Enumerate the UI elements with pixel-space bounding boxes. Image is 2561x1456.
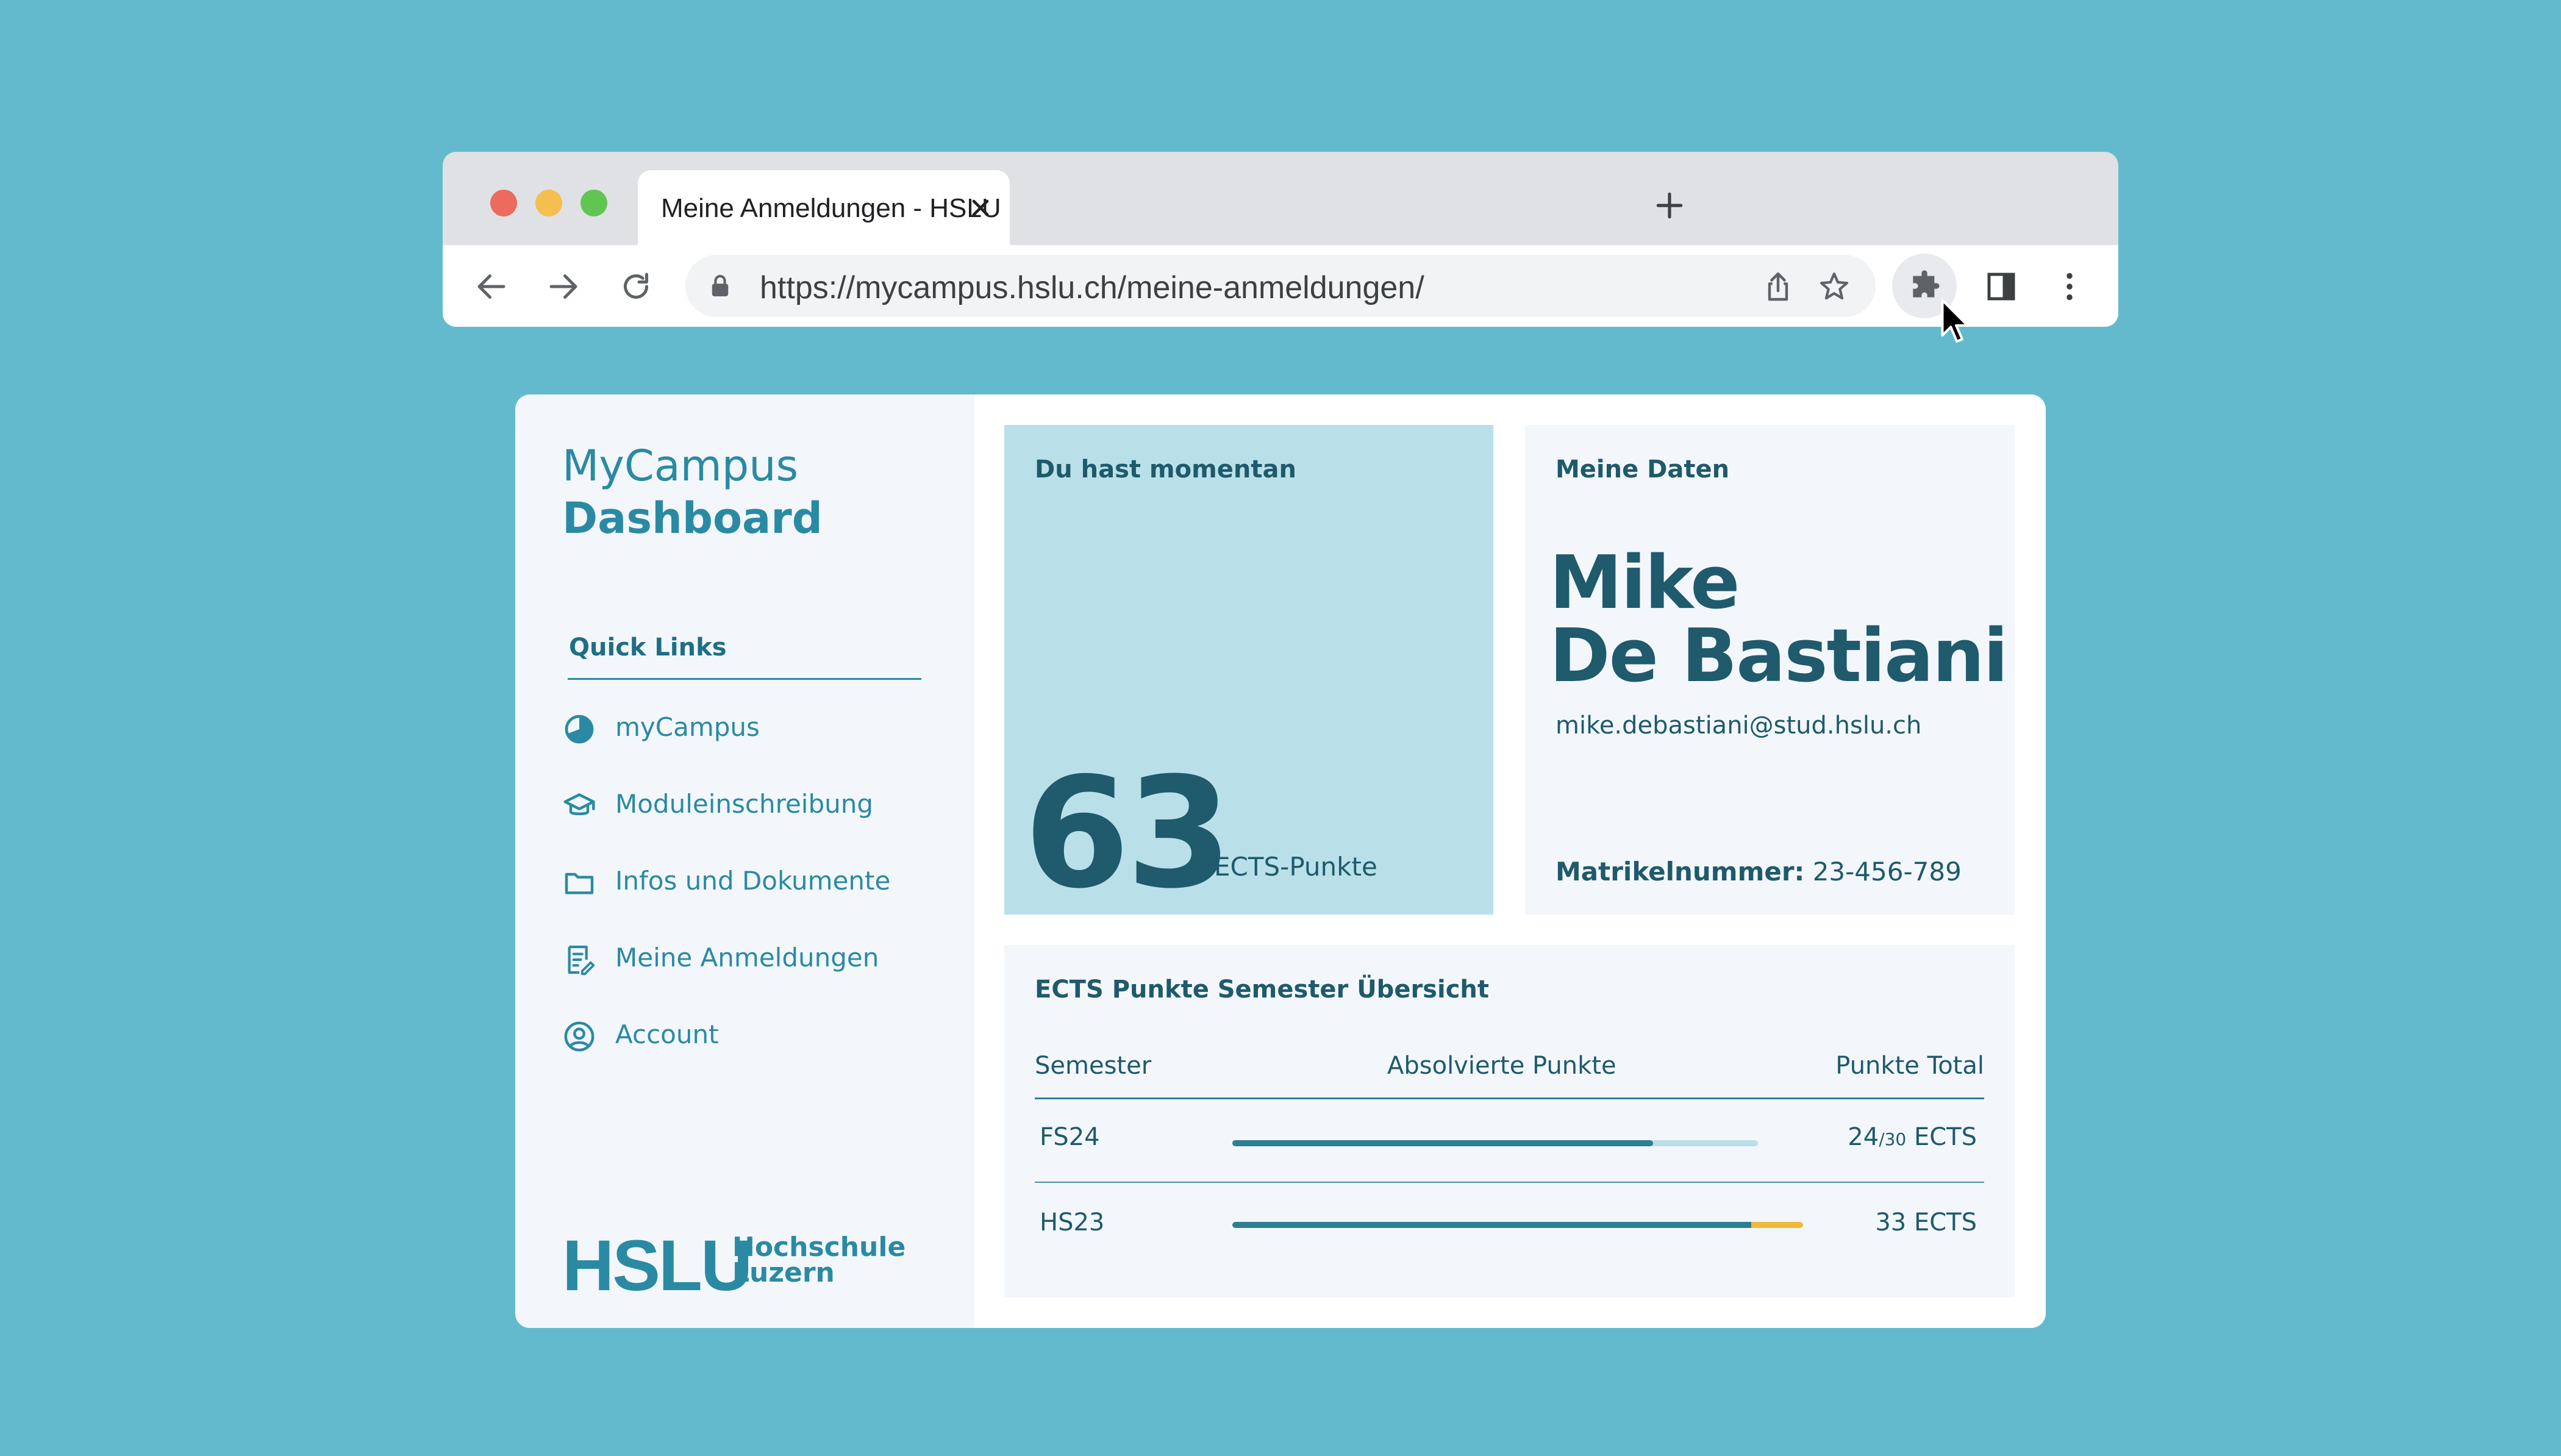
registration-icon bbox=[568, 945, 595, 976]
progress-bar-fs24 bbox=[1232, 1140, 1758, 1146]
progress-bar-hs23 bbox=[1232, 1222, 1803, 1228]
personal-data-card: Meine Daten Mike De Bastiani mike.debast… bbox=[1525, 425, 2015, 915]
row-unit-fs24: ECTS bbox=[1906, 1123, 1977, 1151]
ects-unit: ECTS-Punkte bbox=[1214, 852, 1377, 882]
dashboard: MyCampus Dashboard Quick Links myCampus … bbox=[515, 394, 2046, 1328]
lock-icon[interactable] bbox=[710, 274, 730, 298]
share-icon[interactable] bbox=[1761, 269, 1795, 304]
address-bar[interactable]: https://mycampus.hslu.ch/meine-anmeldung… bbox=[685, 255, 1876, 317]
sidebar-item-moduleinschreibung[interactable]: Moduleinschreibung bbox=[562, 785, 904, 822]
folder-icon bbox=[565, 873, 594, 894]
logo-line-1: Hochschule bbox=[732, 1232, 906, 1263]
matrikel-label: Matrikelnummer: bbox=[1556, 857, 1805, 887]
sidebar-item-mycampus[interactable]: myCampus bbox=[562, 708, 904, 745]
brand-subtitle: Dashboard bbox=[562, 493, 823, 543]
reload-icon[interactable] bbox=[618, 268, 654, 305]
ects-card: Du hast momentan 63 ECTS-Punkte bbox=[1004, 425, 1493, 915]
ects-value: 63 bbox=[1024, 744, 1232, 922]
sidebar-item-infos-und-dokumente[interactable]: Infos und Dokumente bbox=[562, 862, 904, 899]
close-icon[interactable] bbox=[967, 194, 994, 221]
student-last-name: De Bastiani bbox=[1549, 614, 2009, 699]
sidebar-item-label: Account bbox=[615, 1019, 719, 1049]
cursor-icon bbox=[1941, 299, 1969, 343]
personal-data-title: Meine Daten bbox=[1556, 455, 1730, 484]
student-first-name: Mike bbox=[1549, 541, 1740, 626]
sidebar-item-label: myCampus bbox=[615, 712, 760, 742]
row-unit-hs23: ECTS bbox=[1906, 1208, 1977, 1237]
hslu-logo-mark: HSLU bbox=[562, 1226, 752, 1306]
row-semester-hs23: HS23 bbox=[1040, 1208, 1105, 1237]
column-header-completed-points: Absolvierte Punkte bbox=[1387, 1052, 1616, 1080]
sidepanel-icon[interactable] bbox=[1983, 268, 2020, 305]
matrikel-value: 23-456-789 bbox=[1812, 857, 1962, 887]
row-points-total-fs24: /30 bbox=[1879, 1129, 1907, 1149]
progress-fill-fs24 bbox=[1232, 1140, 1653, 1146]
back-arrow-icon[interactable] bbox=[473, 268, 510, 305]
sidebar: MyCampus Dashboard Quick Links myCampus … bbox=[515, 394, 974, 1328]
forward-arrow-icon[interactable] bbox=[545, 268, 582, 305]
sidebar-item-account[interactable]: Account bbox=[562, 1016, 904, 1052]
table-row-divider bbox=[1035, 1182, 1984, 1183]
star-icon[interactable] bbox=[1817, 269, 1851, 304]
column-header-total-points: Punkte Total bbox=[1835, 1052, 1984, 1080]
row-points-hs23: 33 bbox=[1875, 1208, 1907, 1237]
browser-window: Meine Anmeldungen - HSLU https://mycampu… bbox=[443, 152, 2118, 327]
maximize-window-button[interactable] bbox=[580, 190, 607, 216]
progress-extra-hs23 bbox=[1751, 1222, 1803, 1228]
matrikel-number: Matrikelnummer: 23-456-789 bbox=[1556, 857, 1962, 887]
semester-overview-card: ECTS Punkte Semester Übersicht Semester … bbox=[1004, 945, 2015, 1297]
puzzle-icon bbox=[1913, 270, 1940, 298]
row-points-fs24: 24 bbox=[1848, 1123, 1879, 1151]
semester-overview-title: ECTS Punkte Semester Übersicht bbox=[1035, 976, 1489, 1004]
url-text[interactable]: https://mycampus.hslu.ch/meine-anmeldung… bbox=[760, 269, 1424, 306]
quick-links-title: Quick Links bbox=[569, 633, 727, 662]
tab-strip: Meine Anmeldungen - HSLU bbox=[443, 152, 2118, 245]
pie-chart-icon bbox=[565, 715, 594, 744]
hslu-logo-text: Hochschule Luzern bbox=[732, 1232, 906, 1288]
row-semester-fs24: FS24 bbox=[1040, 1123, 1100, 1151]
tab-title: Meine Anmeldungen - HSLU bbox=[661, 193, 1001, 223]
sidebar-item-meine-anmeldungen[interactable]: Meine Anmeldungen bbox=[562, 939, 904, 976]
graduation-cap-icon bbox=[563, 793, 595, 816]
minimize-window-button[interactable] bbox=[535, 190, 562, 216]
browser-toolbar: https://mycampus.hslu.ch/meine-anmeldung… bbox=[443, 245, 2118, 327]
progress-fill-hs23 bbox=[1232, 1222, 1751, 1228]
close-window-button[interactable] bbox=[490, 190, 517, 216]
row-total-hs23: 33 ECTS bbox=[1875, 1208, 1977, 1237]
browser-tab[interactable]: Meine Anmeldungen - HSLU bbox=[638, 170, 1010, 245]
logo-line-2: Luzern bbox=[732, 1257, 835, 1288]
ects-card-title: Du hast momentan bbox=[1035, 455, 1296, 484]
quick-links-divider bbox=[568, 678, 921, 680]
sidebar-item-label: Meine Anmeldungen bbox=[615, 943, 879, 972]
sidebar-item-label: Infos und Dokumente bbox=[615, 866, 891, 896]
table-header-divider bbox=[1035, 1097, 1984, 1099]
more-vert-icon[interactable] bbox=[2051, 268, 2088, 305]
sidebar-item-label: Moduleinschreibung bbox=[615, 789, 874, 819]
column-header-semester: Semester bbox=[1035, 1052, 1152, 1080]
user-circle-icon bbox=[564, 1021, 595, 1052]
brand-title: MyCampus bbox=[562, 441, 799, 491]
row-total-fs24: 24/30 ECTS bbox=[1848, 1123, 1977, 1151]
plus-icon[interactable] bbox=[1652, 188, 1687, 223]
student-email[interactable]: mike.debastiani@stud.hslu.ch bbox=[1556, 712, 1921, 740]
